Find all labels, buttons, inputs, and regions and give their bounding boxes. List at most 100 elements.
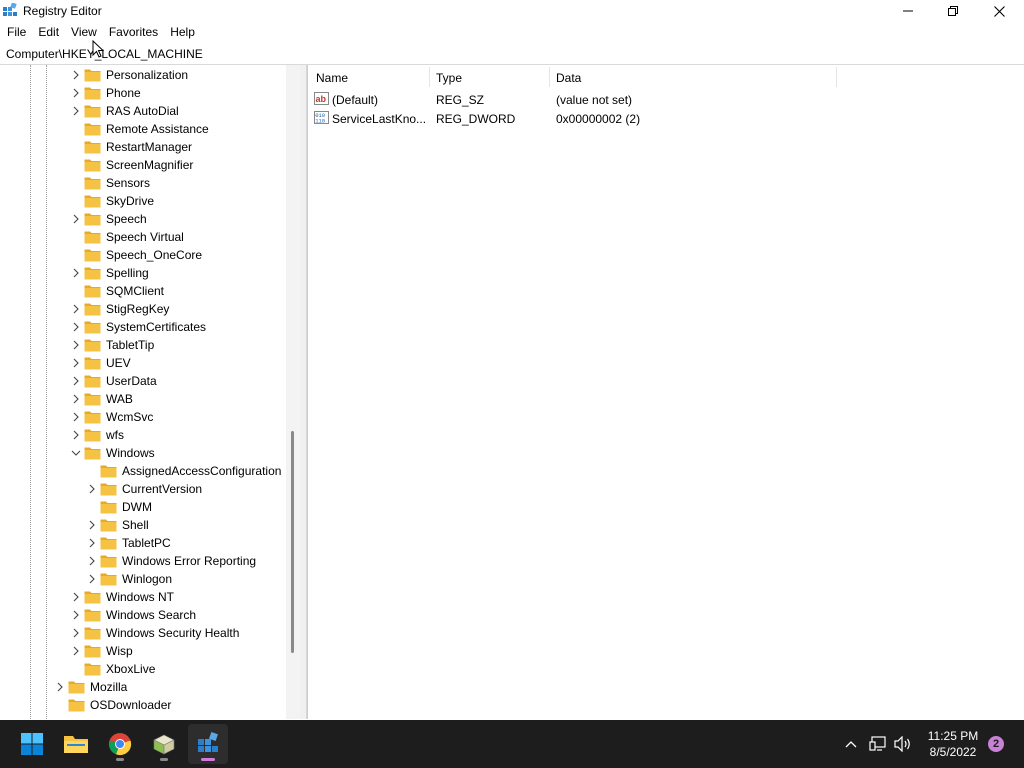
close-button[interactable]	[976, 0, 1022, 22]
chevron-right-icon[interactable]	[71, 411, 81, 423]
chevron-right-icon[interactable]	[87, 537, 97, 549]
tree-item[interactable]: Speech_OneCore	[0, 246, 290, 264]
column-data[interactable]: Data	[556, 71, 581, 85]
registry-editor-button[interactable]	[188, 724, 228, 764]
tree-item[interactable]: ScreenMagnifier	[0, 156, 290, 174]
tree-item[interactable]: UserData	[0, 372, 290, 390]
address-bar[interactable]: Computer\HKEY_LOCAL_MACHINE	[0, 44, 1024, 65]
tree-item[interactable]: StigRegKey	[0, 300, 290, 318]
tree-item[interactable]: Windows Error Reporting	[0, 552, 290, 570]
key-tree[interactable]: Personalization Phone RAS AutoDial Remote A…	[0, 65, 301, 719]
menu-edit[interactable]: Edit	[31, 23, 64, 43]
chevron-right-icon[interactable]	[71, 321, 81, 333]
clock[interactable]: 11:25 PM 8/5/2022	[920, 728, 986, 760]
chevron-right-icon[interactable]	[55, 681, 65, 693]
tree-item[interactable]: Wisp	[0, 642, 290, 660]
value-row[interactable]: 010 110 ServiceLastKno... REG_DWORD 0x00…	[308, 109, 1018, 128]
tree-item[interactable]: Windows NT	[0, 588, 290, 606]
chevron-right-icon[interactable]	[71, 339, 81, 351]
network-icon[interactable]	[868, 734, 888, 754]
file-explorer-button[interactable]	[56, 724, 96, 764]
start-button[interactable]	[12, 724, 52, 764]
menu-file[interactable]: File	[0, 23, 31, 43]
tree-item[interactable]: DWM	[0, 498, 290, 516]
tree-item[interactable]: Windows Security Health	[0, 624, 290, 642]
tree-item[interactable]: XboxLive	[0, 660, 290, 678]
menu-favorites[interactable]: Favorites	[102, 23, 163, 43]
tree-scrollbar-thumb[interactable]	[291, 431, 294, 653]
tree-item[interactable]: TabletTip	[0, 336, 290, 354]
tree-item[interactable]: OSDownloader	[0, 696, 290, 714]
chevron-right-icon[interactable]	[71, 591, 81, 603]
column-type[interactable]: Type	[436, 71, 462, 85]
tree-scrollbar[interactable]	[286, 65, 300, 719]
tree-item[interactable]: Winlogon	[0, 570, 290, 588]
tree-item[interactable]: SQMClient	[0, 282, 290, 300]
tree-item[interactable]: Shell	[0, 516, 290, 534]
tree-item[interactable]: Sensors	[0, 174, 290, 192]
chevron-right-icon[interactable]	[71, 393, 81, 405]
tree-item-label: Winlogon	[122, 572, 173, 586]
tree-item[interactable]: RAS AutoDial	[0, 102, 290, 120]
chevron-right-icon[interactable]	[71, 357, 81, 369]
list-header: Name Type Data	[308, 65, 837, 89]
chevron-down-icon[interactable]	[71, 447, 81, 459]
tree-item[interactable]: Speech Virtual	[0, 228, 290, 246]
value-row[interactable]: ab (Default) REG_SZ (value not set)	[308, 90, 1018, 109]
column-divider[interactable]	[549, 67, 550, 87]
app-installer-button[interactable]	[144, 724, 184, 764]
tree-item[interactable]: WAB	[0, 390, 290, 408]
chevron-right-icon[interactable]	[71, 87, 81, 99]
tree-item[interactable]: wfs	[0, 426, 290, 444]
chevron-right-icon[interactable]	[87, 483, 97, 495]
address-path[interactable]: Computer\HKEY_LOCAL_MACHINE	[6, 47, 203, 61]
chevron-right-icon[interactable]	[71, 627, 81, 639]
tree-item[interactable]: Windows	[0, 444, 290, 462]
tree-item-label: OSDownloader	[90, 698, 172, 712]
folder-icon	[100, 465, 117, 478]
tree-item[interactable]: WcmSvc	[0, 408, 290, 426]
tree-item[interactable]: UEV	[0, 354, 290, 372]
chrome-button[interactable]	[100, 724, 140, 764]
tree-item[interactable]: Spelling	[0, 264, 290, 282]
tree-item[interactable]: RestartManager	[0, 138, 290, 156]
chevron-right-icon[interactable]	[71, 213, 81, 225]
chevron-right-icon[interactable]	[71, 303, 81, 315]
pane-splitter[interactable]	[300, 65, 307, 719]
values-list[interactable]: Name Type Data ab (Default) REG_SZ (valu…	[307, 65, 1024, 719]
column-divider[interactable]	[836, 67, 837, 87]
tree-item-label: Windows	[106, 446, 155, 460]
column-divider[interactable]	[429, 67, 430, 87]
chevron-right-icon[interactable]	[87, 573, 97, 585]
tree-item[interactable]: Mozilla	[0, 678, 290, 696]
folder-icon	[84, 177, 101, 190]
chevron-right-icon[interactable]	[71, 375, 81, 387]
notification-badge[interactable]: 2	[988, 736, 1004, 752]
chevron-right-icon[interactable]	[71, 609, 81, 621]
tree-item[interactable]: Windows Search	[0, 606, 290, 624]
minimize-button[interactable]	[885, 0, 931, 22]
tree-item[interactable]: SystemCertificates	[0, 318, 290, 336]
tree-item[interactable]: AssignedAccessConfiguration	[0, 462, 290, 480]
chevron-right-icon[interactable]	[87, 555, 97, 567]
tree-item[interactable]: SkyDrive	[0, 192, 290, 210]
chevron-right-icon[interactable]	[71, 645, 81, 657]
restore-button[interactable]	[930, 0, 976, 22]
tree-item[interactable]: CurrentVersion	[0, 480, 290, 498]
chevron-right-icon[interactable]	[71, 69, 81, 81]
column-name[interactable]: Name	[316, 71, 348, 85]
chevron-right-icon[interactable]	[71, 429, 81, 441]
tree-item[interactable]: Phone	[0, 84, 290, 102]
menu-help[interactable]: Help	[163, 23, 200, 43]
chevron-right-icon[interactable]	[71, 267, 81, 279]
show-hidden-icons-button[interactable]	[841, 734, 861, 754]
tree-item[interactable]: Speech	[0, 210, 290, 228]
window-title: Registry Editor	[23, 4, 102, 18]
volume-icon[interactable]	[893, 734, 913, 754]
tree-item[interactable]: TabletPC	[0, 534, 290, 552]
tree-item[interactable]: Remote Assistance	[0, 120, 290, 138]
tree-item[interactable]: Personalization	[0, 66, 290, 84]
chevron-right-icon[interactable]	[87, 519, 97, 531]
close-icon	[993, 5, 1005, 17]
chevron-right-icon[interactable]	[71, 105, 81, 117]
